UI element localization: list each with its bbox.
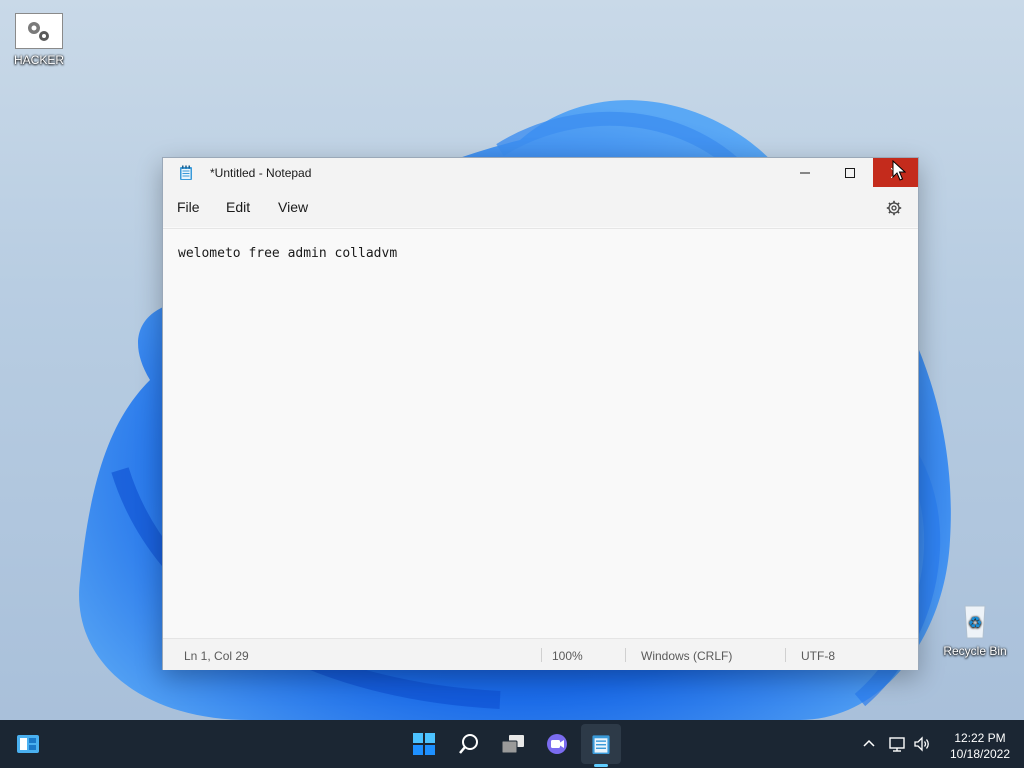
- status-divider: [625, 648, 626, 662]
- menu-bar: File Edit View: [163, 187, 918, 227]
- task-view-icon: [501, 735, 524, 754]
- svg-text:♻: ♻: [968, 615, 982, 632]
- cursor-position: Ln 1, Col 29: [184, 649, 249, 663]
- zoom-level: 100%: [552, 649, 583, 663]
- taskbar-notepad-button[interactable]: [581, 724, 621, 764]
- taskbar-task-view-button[interactable]: [493, 724, 533, 764]
- widgets-icon: [17, 735, 39, 753]
- notepad-app-icon: [179, 165, 193, 186]
- taskbar-widgets-button[interactable]: [8, 724, 48, 764]
- encoding: UTF-8: [801, 649, 835, 663]
- notepad-icon: [592, 735, 610, 754]
- menu-file[interactable]: File: [177, 199, 200, 215]
- gear-icon: [886, 200, 902, 216]
- minimize-button[interactable]: [782, 158, 827, 187]
- desktop-icon-label: HACKER: [13, 53, 64, 67]
- minimize-icon: [799, 172, 810, 173]
- maximize-icon: [844, 167, 855, 178]
- desktop-icon-hacker[interactable]: HACKER: [4, 13, 74, 67]
- title-bar[interactable]: *Untitled - Notepad: [163, 158, 918, 187]
- line-ending: Windows (CRLF): [641, 649, 733, 663]
- tray-overflow-chevron-up-icon[interactable]: [862, 736, 876, 755]
- chat-icon: [547, 734, 567, 754]
- window-title: *Untitled - Notepad: [210, 166, 312, 180]
- status-bar: Ln 1, Col 29 100% Windows (CRLF) UTF-8: [163, 638, 918, 670]
- clock-date: 10/18/2022: [949, 747, 1011, 761]
- settings-gears-icon: [15, 13, 63, 49]
- editor-content: welometo free admin colladvm: [178, 246, 398, 261]
- status-divider: [541, 648, 542, 662]
- settings-button[interactable]: [886, 200, 902, 221]
- maximize-button[interactable]: [827, 158, 872, 187]
- search-icon: [459, 734, 478, 754]
- desktop-icon-label: Recycle Bin: [943, 644, 1007, 658]
- taskbar-search-button[interactable]: [449, 724, 489, 764]
- running-app-indicator: [594, 764, 608, 767]
- mouse-cursor-icon: [892, 159, 907, 187]
- network-icon[interactable]: [889, 736, 907, 757]
- clock-time: 12:22 PM: [954, 731, 1006, 745]
- notepad-window: *Untitled - Notepad File Edit View welom…: [162, 157, 919, 670]
- taskbar-chat-button[interactable]: [537, 724, 577, 764]
- text-editor[interactable]: welometo free admin colladvm: [163, 228, 918, 639]
- menu-view[interactable]: View: [278, 199, 308, 215]
- menu-edit[interactable]: Edit: [226, 199, 250, 215]
- status-divider: [785, 648, 786, 662]
- recycle-bin-icon: ♻: [955, 600, 995, 640]
- windows-logo-icon: [413, 733, 435, 755]
- taskbar-clock[interactable]: 12:22 PM 10/18/2022: [940, 730, 1020, 762]
- volume-icon[interactable]: [914, 736, 932, 757]
- taskbar-start-button[interactable]: [404, 724, 444, 764]
- desktop-icon-recycle-bin[interactable]: ♻ Recycle Bin: [940, 600, 1010, 658]
